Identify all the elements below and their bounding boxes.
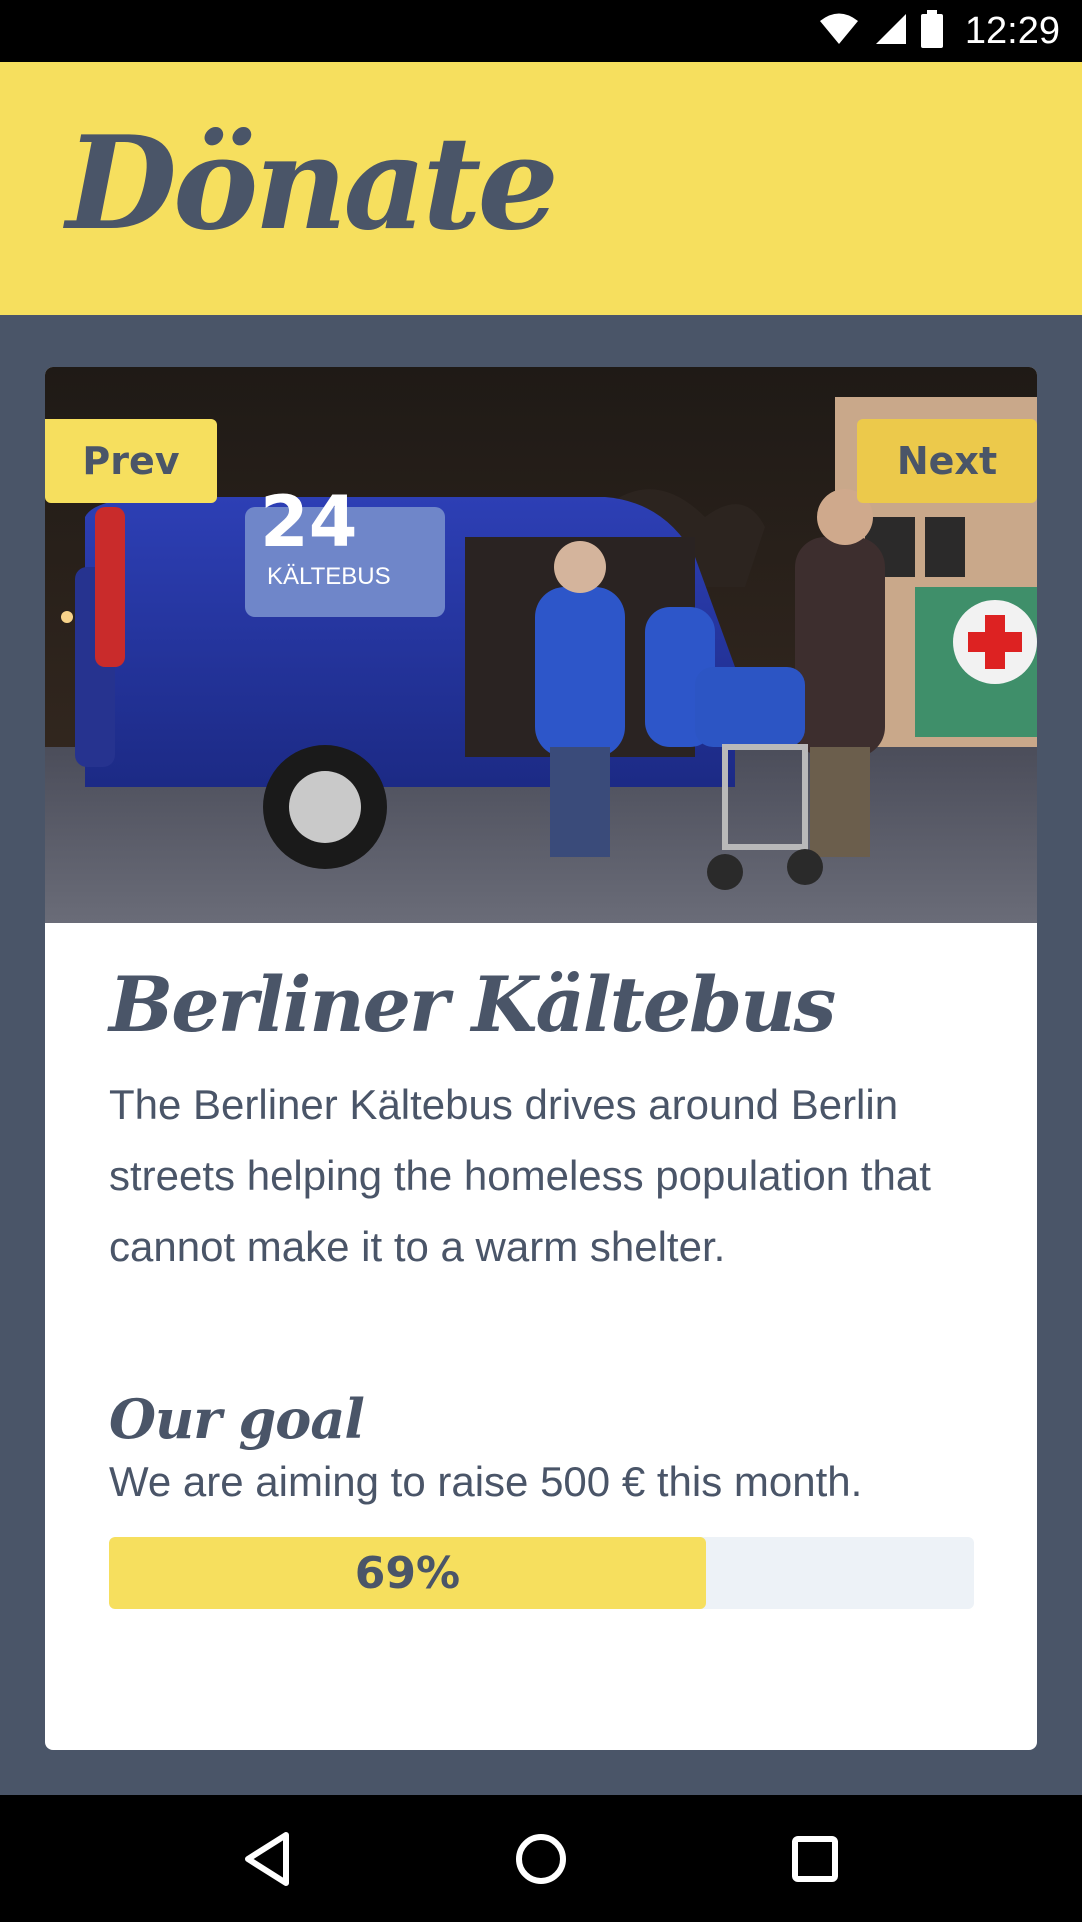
- wifi-icon: [819, 12, 859, 50]
- charity-image: 24 KÄLTEBUS Prev Next: [45, 367, 1037, 923]
- next-button[interactable]: Next: [857, 419, 1037, 503]
- signal-icon: [873, 12, 907, 50]
- status-bar: 12:29: [0, 0, 1082, 62]
- charity-title: Berliner Kältebus: [109, 960, 836, 1049]
- main-content: 24 KÄLTEBUS Prev Next Berliner Kältebus …: [0, 315, 1082, 1795]
- back-icon[interactable]: [227, 1819, 307, 1899]
- battery-icon: [920, 10, 943, 52]
- recents-icon[interactable]: [775, 1819, 855, 1899]
- van-number-text: 24: [260, 481, 358, 563]
- goal-text: We are aiming to raise 500 € this month.: [109, 1457, 863, 1505]
- charity-description: The Berliner Kältebus drives around Berl…: [109, 1080, 931, 1270]
- progress-bar: 69%: [109, 1537, 974, 1610]
- system-nav-bar: [0, 1795, 1082, 1922]
- progress-fill: 69%: [109, 1537, 706, 1610]
- card-body: Berliner Kältebus The Berliner Kältebus …: [45, 923, 1037, 1610]
- status-time: 12:29: [964, 9, 1060, 52]
- charity-card: 24 KÄLTEBUS Prev Next Berliner Kältebus …: [45, 367, 1037, 1750]
- home-icon[interactable]: [501, 1819, 581, 1899]
- progress-label: 69%: [354, 1547, 461, 1599]
- van-label-text: KÄLTEBUS: [267, 563, 391, 590]
- prev-button[interactable]: Prev: [45, 419, 217, 503]
- app-header: Dönate: [0, 62, 1082, 315]
- goal-heading: Our goal: [109, 1386, 365, 1451]
- status-icons: 12:29: [819, 10, 1060, 53]
- app-logo: Dönate: [66, 108, 559, 259]
